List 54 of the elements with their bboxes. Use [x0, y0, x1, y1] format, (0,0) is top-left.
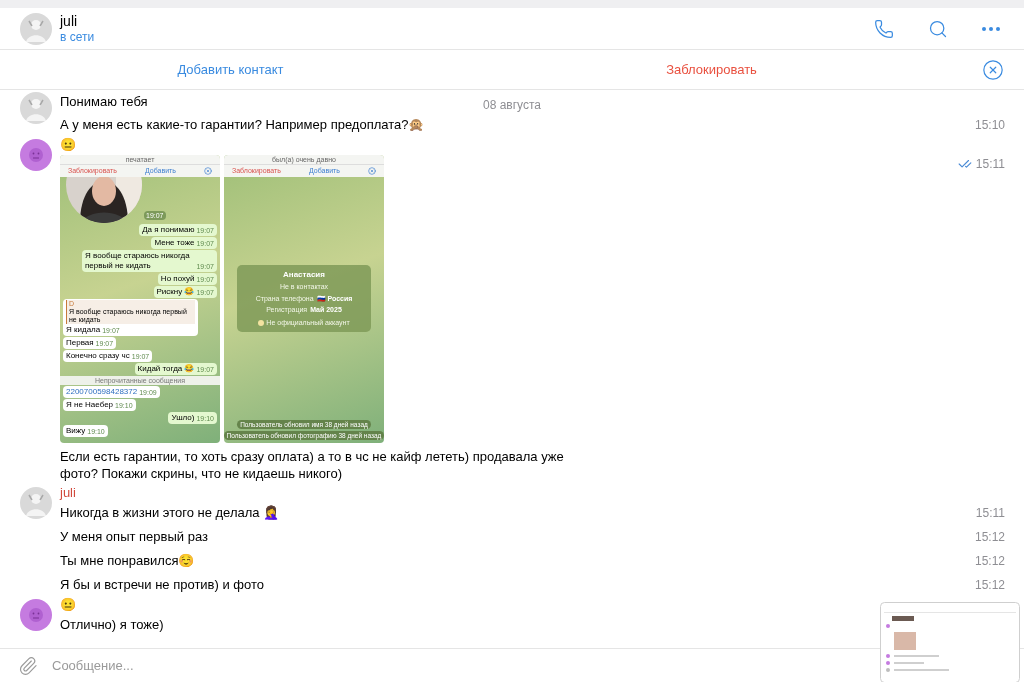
avatar: [20, 599, 52, 631]
more-icon: [982, 26, 1000, 31]
message-text: Если есть гарантии, то хоть сразу оплата) а то в чс не кайф лететь) продавала уже фото? Покажи скрины, что не кидаешь никого): [60, 448, 565, 482]
sender-name: 😐: [60, 137, 77, 153]
avatar: [20, 92, 52, 124]
message-time: 15:11: [975, 156, 1005, 173]
sender-name: juli: [60, 485, 77, 501]
avatar: [20, 487, 52, 519]
add-contact-button[interactable]: Добавить контакт: [177, 59, 284, 80]
bubble-text: Но похуй: [160, 274, 195, 284]
online-status: в сети: [60, 30, 96, 44]
avatar: [20, 139, 52, 171]
profile-screenshot[interactable]: [224, 155, 384, 443]
bubble-text: Рискну 😂: [156, 287, 195, 297]
close-icon: [982, 58, 1004, 81]
bubble-text: Я кидала: [66, 325, 101, 335]
bubble-text: Я не Наебер: [66, 400, 114, 410]
message-time: 15:12: [974, 577, 1005, 594]
close-icon: [204, 167, 212, 175]
message-text: Понимаю тебя: [60, 93, 148, 110]
bubble-text: Вижу: [66, 426, 86, 436]
contact-name: Анастасия: [283, 269, 325, 281]
bubble-text: Конечно сразу чс: [66, 351, 130, 361]
message-text: Я бы и встречи не против) и фото: [60, 576, 264, 593]
paperclip-icon: [18, 655, 38, 676]
search-icon: [928, 18, 948, 39]
message-text: Ты мне понравился☺: [60, 552, 195, 569]
message-text: Никогда в жизни этого не делала 🤦‍♀: [60, 504, 280, 521]
screenshot-preview-drawing[interactable]: [880, 602, 1020, 682]
message-time: 15:10: [974, 117, 1005, 134]
attach-button[interactable]: [18, 655, 38, 676]
card-number-link[interactable]: 2200700598428372: [66, 387, 138, 397]
bubble-text: Ушло): [171, 413, 195, 423]
block-button[interactable]: Заблокировать: [666, 59, 757, 80]
message-time: 15:12: [974, 529, 1005, 546]
close-button[interactable]: [982, 58, 1004, 81]
chat-screenshot[interactable]: [60, 155, 220, 443]
message-text: А у меня есть какие-то гарантии? Например предоплата?🙊: [60, 116, 425, 133]
bubble-text: Мене тоже: [154, 238, 195, 248]
bubble-text: Да я понимаю: [142, 225, 195, 235]
message-text: Отлично) я тоже): [60, 616, 164, 633]
close-icon: [368, 167, 376, 175]
avatar: [20, 12, 52, 45]
bubble-text: Кидай тогда 😂: [137, 364, 195, 374]
chat-title: juli: [60, 13, 79, 30]
sender-name: 😐: [60, 597, 77, 613]
phone-icon: [874, 18, 894, 39]
message-time: 15:12: [974, 553, 1005, 570]
bubble-text: Я вообще стараюсь никогда первый не кидать: [85, 251, 191, 271]
info-icon: [258, 319, 265, 326]
message-field[interactable]: Сообщение...: [52, 655, 846, 676]
message-time: 15:11: [975, 505, 1005, 522]
bubble-text: Первая: [66, 338, 94, 348]
message-text: У меня опыт первый раз: [60, 528, 208, 545]
